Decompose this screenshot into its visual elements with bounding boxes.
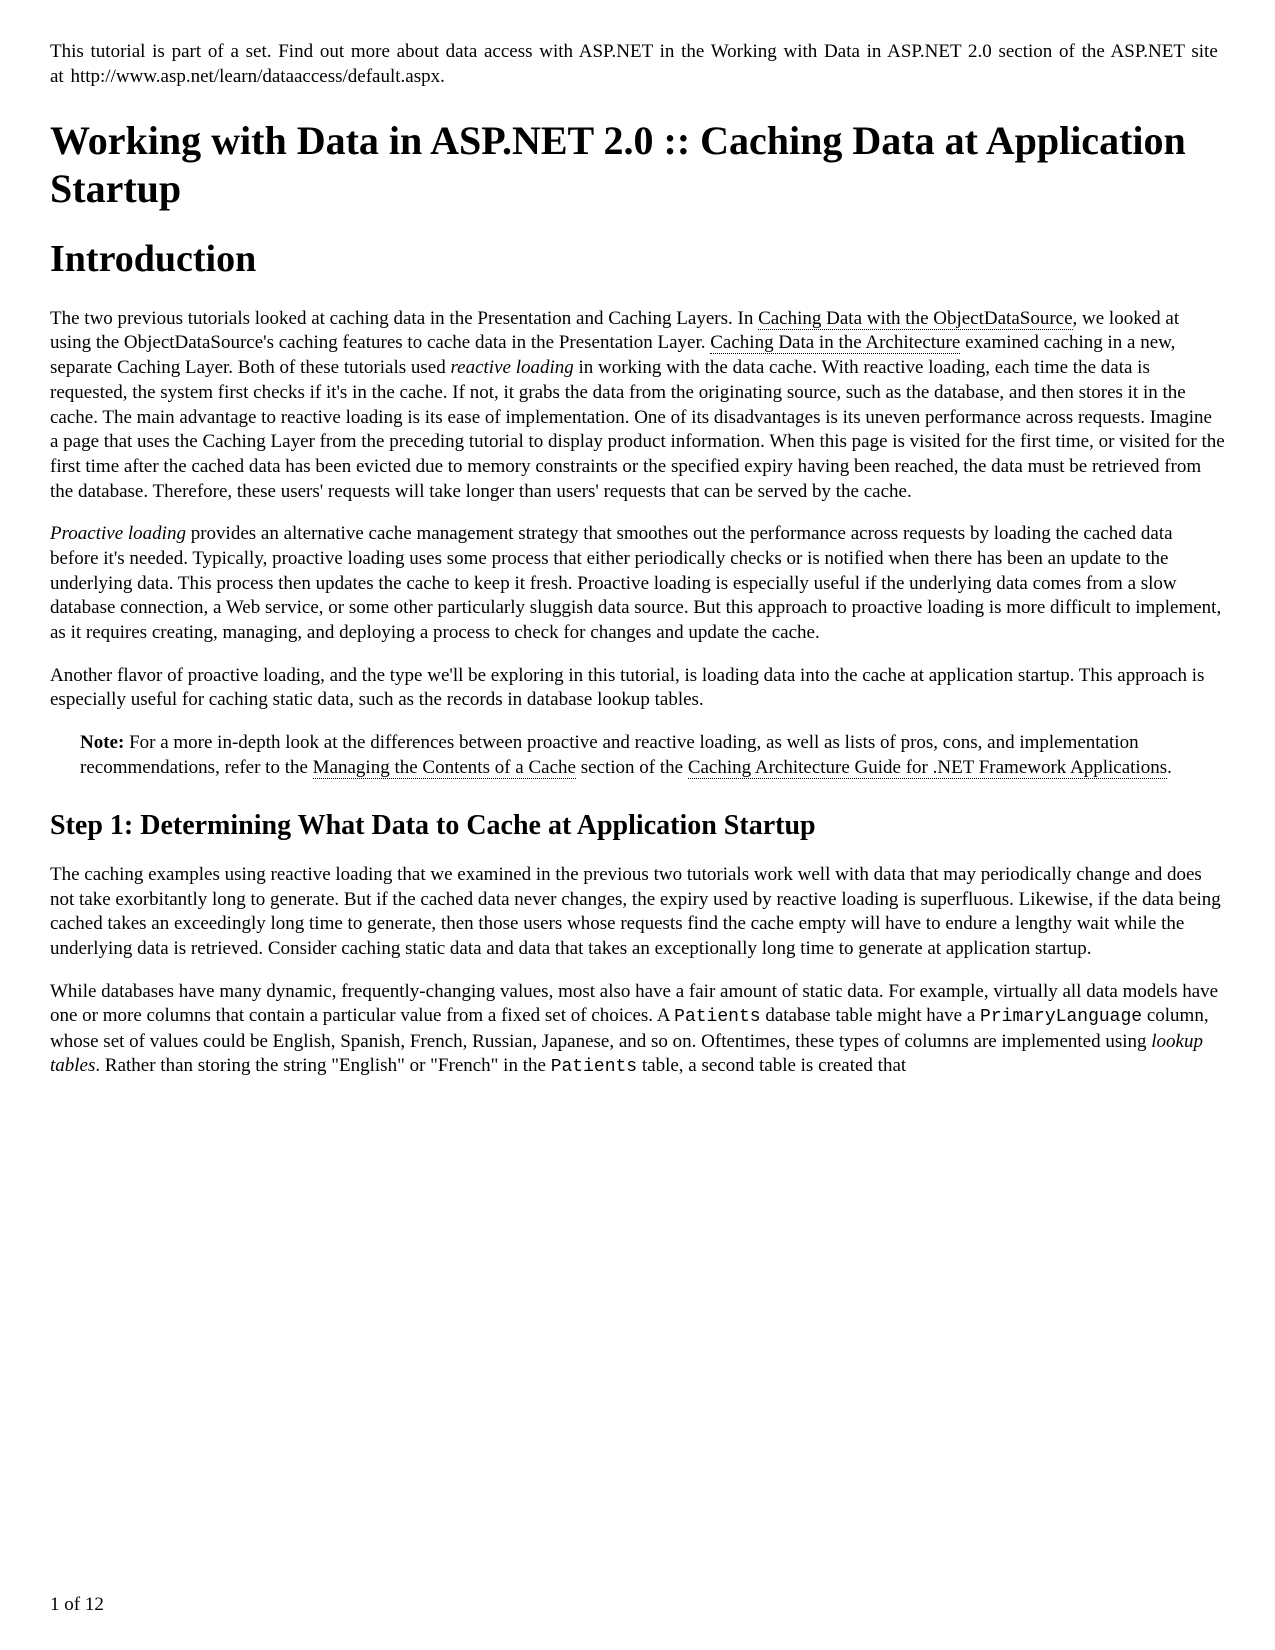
text-segment: in working with the data cache. With rea…	[50, 357, 1225, 501]
link-caching-architecture-guide[interactable]: Caching Architecture Guide for .NET Fram…	[688, 757, 1167, 779]
intro-paragraph-2: Proactive loading provides an alternativ…	[50, 522, 1225, 645]
text-segment: table, a second table is created that	[637, 1055, 906, 1076]
step1-paragraph-1: The caching examples using reactive load…	[50, 863, 1225, 962]
page-number: 1 of 12	[50, 1593, 104, 1618]
emphasis-reactive-loading: reactive loading	[450, 357, 573, 378]
intro-paragraph-1: The two previous tutorials looked at cac…	[50, 307, 1225, 505]
link-caching-data-objectdatasource[interactable]: Caching Data with the ObjectDataSource	[758, 308, 1072, 330]
link-caching-data-architecture[interactable]: Caching Data in the Architecture	[710, 332, 960, 354]
text-segment: section of the	[576, 757, 688, 778]
header-note: This tutorial is part of a set. Find out…	[50, 40, 1225, 89]
code-patients: Patients	[674, 1007, 760, 1027]
note-block: Note: For a more in-depth look at the di…	[80, 731, 1225, 780]
emphasis-proactive-loading: Proactive loading	[50, 523, 186, 544]
step1-paragraph-2: While databases have many dynamic, frequ…	[50, 980, 1225, 1080]
text-segment: The two previous tutorials looked at cac…	[50, 308, 758, 329]
intro-paragraph-3: Another flavor of proactive loading, and…	[50, 664, 1225, 713]
link-managing-contents-cache[interactable]: Managing the Contents of a Cache	[313, 757, 576, 779]
text-segment: database table might have a	[761, 1005, 980, 1026]
page-title: Working with Data in ASP.NET 2.0 :: Cach…	[50, 117, 1225, 213]
step1-heading: Step 1: Determining What Data to Cache a…	[50, 808, 1225, 844]
text-segment: . Rather than storing the string "Englis…	[95, 1055, 550, 1076]
text-segment: provides an alternative cache management…	[50, 523, 1221, 643]
intro-heading: Introduction	[50, 235, 1225, 284]
note-label: Note:	[80, 732, 124, 753]
code-primarylanguage: PrimaryLanguage	[980, 1007, 1142, 1027]
text-segment: .	[1167, 757, 1172, 778]
code-patients-2: Patients	[551, 1057, 637, 1077]
